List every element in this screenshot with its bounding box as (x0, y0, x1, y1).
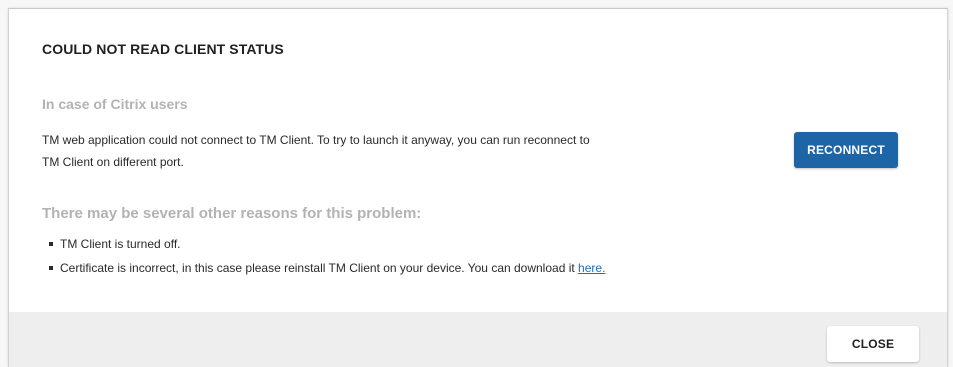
reason-text: Certificate is incorrect, in this case p… (60, 261, 579, 275)
list-item: TM Client is turned off. (49, 237, 605, 261)
bullet-icon (49, 242, 53, 246)
citrix-description-line2: TM Client on different port. (42, 155, 184, 169)
bullet-icon (49, 266, 53, 270)
dialog-title: COULD NOT READ CLIENT STATUS (42, 41, 284, 57)
list-item: Certificate is incorrect, in this case p… (49, 261, 605, 285)
reasons-section-heading: There may be several other reasons for t… (42, 205, 422, 222)
reasons-list: TM Client is turned off. Certificate is … (49, 237, 605, 285)
client-status-dialog: COULD NOT READ CLIENT STATUS In case of … (8, 8, 948, 367)
close-button[interactable]: CLOSE (827, 326, 919, 362)
download-here-link[interactable]: here. (578, 261, 605, 275)
citrix-description-line1: TM web application could not connect to … (42, 133, 590, 147)
reconnect-button[interactable]: RECONNECT (794, 132, 898, 168)
reason-text: TM Client is turned off. (60, 237, 181, 251)
dialog-footer: CLOSE (9, 312, 947, 367)
citrix-section-heading: In case of Citrix users (42, 96, 188, 112)
page: COULD NOT READ CLIENT STATUS In case of … (0, 0, 953, 367)
background-divider (949, 40, 950, 80)
